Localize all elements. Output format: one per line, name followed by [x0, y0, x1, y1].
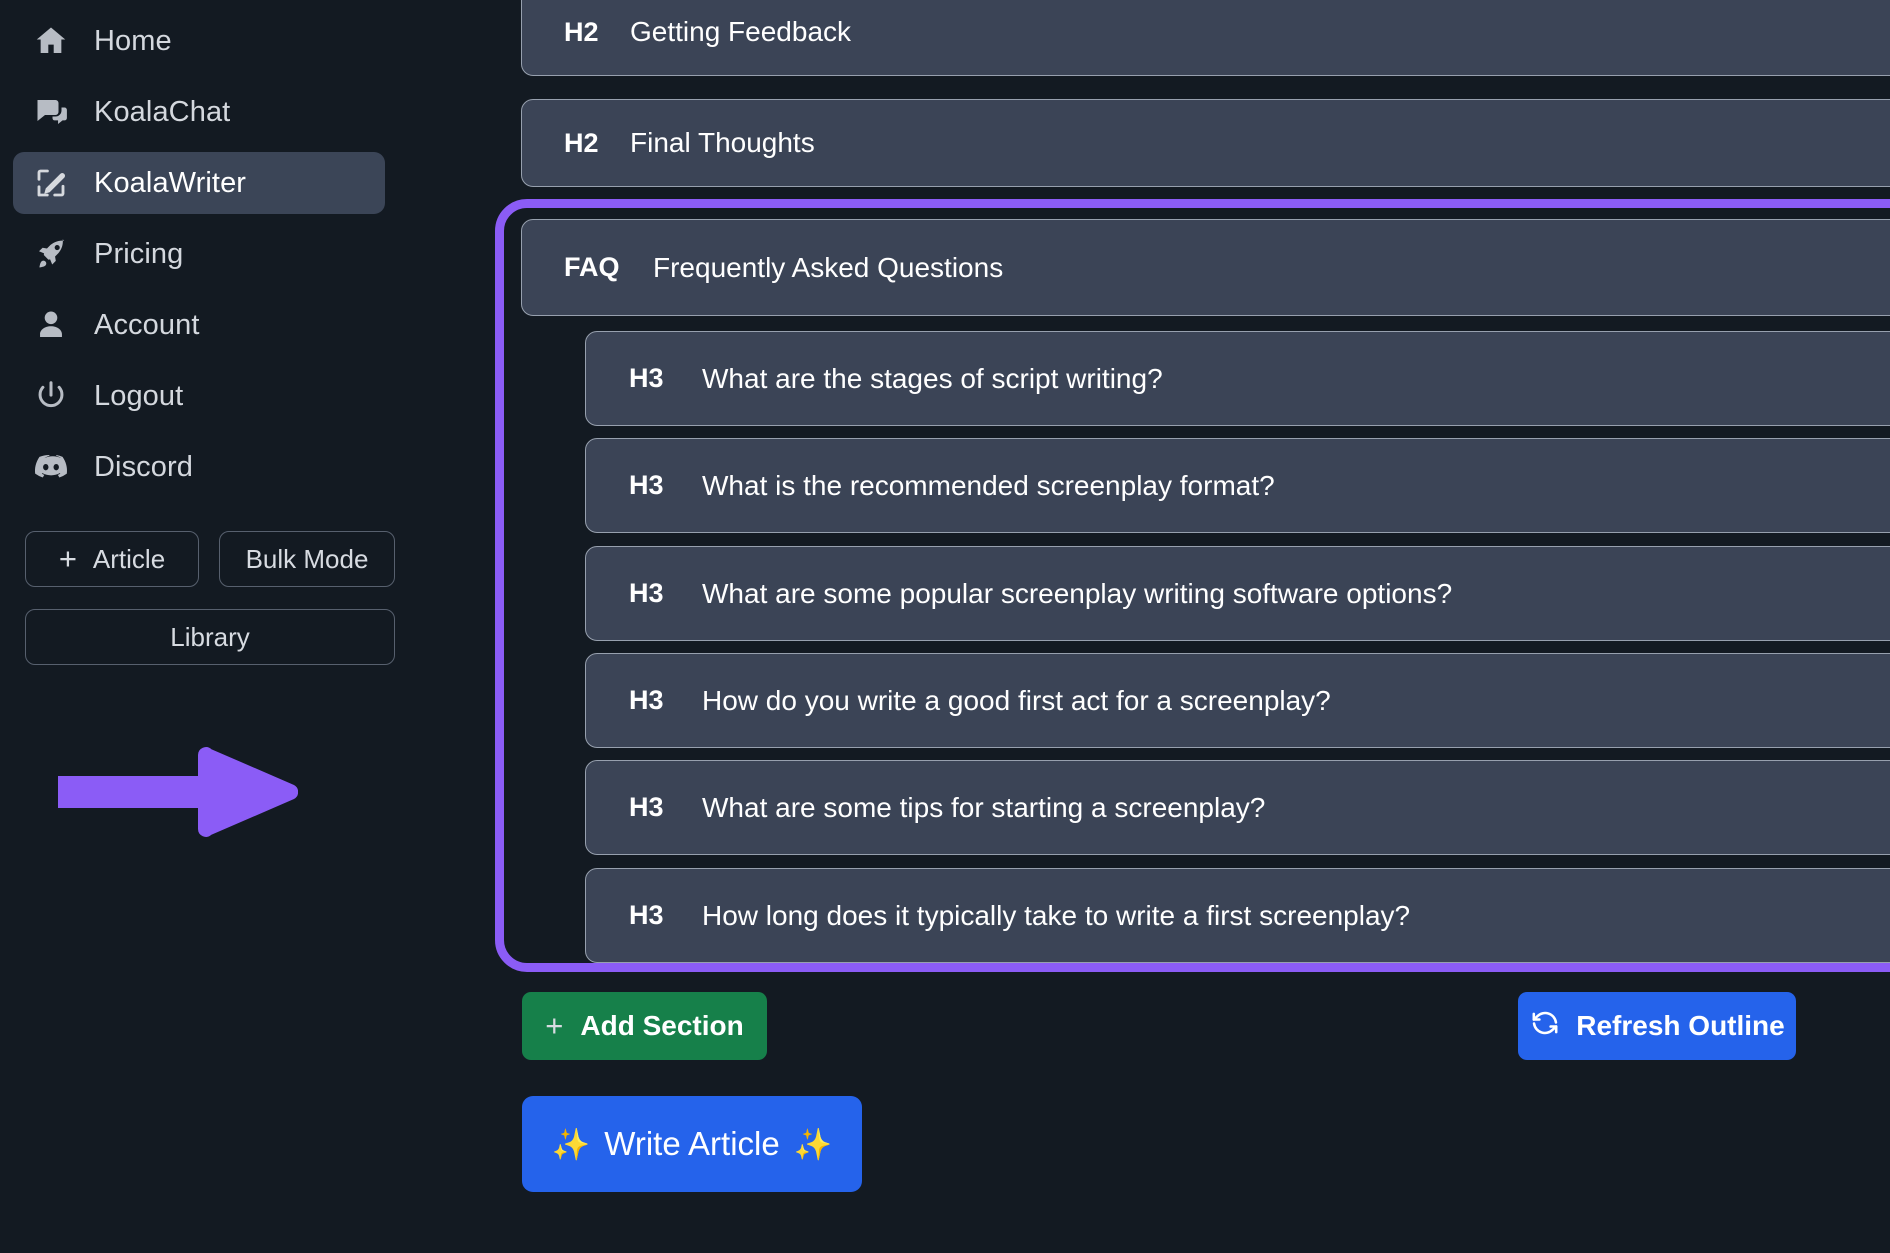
sidebar-item-pricing[interactable]: Pricing — [13, 223, 385, 285]
write-article-label: Write Article — [604, 1125, 780, 1162]
sidebar-item-label: Account — [94, 308, 200, 341]
faq-question-row[interactable]: H3 How long does it typically take to wr… — [585, 868, 1890, 963]
sidebar-item-koalawriter[interactable]: KoalaWriter — [13, 152, 385, 214]
heading-level-tag: H3 — [629, 470, 664, 500]
bulk-mode-label: Bulk Mode — [245, 543, 369, 574]
user-icon — [30, 304, 72, 346]
heading-title: What are some tips for starting a screen… — [702, 791, 1266, 823]
heading-title: Frequently Asked Questions — [653, 251, 1004, 283]
home-icon — [30, 20, 72, 62]
library-label: Library — [170, 621, 250, 652]
write-article-button[interactable]: ✨ Write Article ✨ — [522, 1096, 862, 1192]
outline-section-row[interactable]: H2 Getting Feedback — [521, 0, 1890, 76]
outline-section-row[interactable]: H2 Final Thoughts — [521, 99, 1890, 187]
faq-question-row[interactable]: H3 What are some popular screenplay writ… — [585, 546, 1890, 641]
heading-level-tag: H2 — [564, 16, 599, 47]
add-section-button[interactable]: + Add Section — [522, 992, 767, 1060]
refresh-outline-button[interactable]: Refresh Outline — [1518, 992, 1796, 1060]
sidebar-item-discord[interactable]: Discord — [13, 436, 385, 498]
power-icon — [30, 375, 72, 417]
refresh-icon — [1529, 1007, 1561, 1046]
heading-title: What are the stages of script writing? — [702, 362, 1163, 394]
heading-title: Final Thoughts — [630, 127, 815, 158]
annotation-arrow-right-icon — [42, 747, 299, 837]
faq-question-row[interactable]: H3 What are some tips for starting a scr… — [585, 760, 1890, 855]
heading-title: What are some popular screenplay writing… — [702, 577, 1453, 609]
refresh-outline-label: Refresh Outline — [1576, 1010, 1785, 1041]
outline-panel: H2 Getting Feedback H2 Final Thoughts FA… — [398, 0, 1890, 1253]
bulk-mode-button[interactable]: Bulk Mode — [219, 531, 395, 587]
heading-level-tag: H3 — [629, 363, 664, 393]
heading-level-tag: H3 — [629, 578, 664, 608]
heading-title: Getting Feedback — [630, 16, 852, 47]
heading-title: How long does it typically take to write… — [702, 899, 1411, 931]
sparkles-icon: ✨ — [551, 1126, 591, 1162]
sidebar-button-row: + Article Bulk Mode — [25, 531, 398, 587]
discord-icon — [30, 446, 72, 488]
sidebar-item-label: Discord — [94, 450, 193, 483]
sidebar-item-logout[interactable]: Logout — [13, 365, 385, 427]
sidebar-item-account[interactable]: Account — [13, 294, 385, 356]
heading-level-tag: H3 — [629, 900, 664, 930]
sidebar-item-koalachat[interactable]: KoalaChat — [13, 81, 385, 143]
app-root: Home KoalaChat KoalaWriter Pricing Accou… — [0, 0, 1890, 1253]
sidebar-item-label: KoalaWriter — [94, 166, 247, 199]
heading-title: How do you write a good first act for a … — [702, 684, 1331, 716]
sidebar-item-label: KoalaChat — [94, 95, 231, 128]
chat-icon — [30, 91, 72, 133]
faq-question-row[interactable]: H3 How do you write a good first act for… — [585, 653, 1890, 748]
sidebar-item-home[interactable]: Home — [13, 10, 385, 72]
library-button[interactable]: Library — [25, 609, 395, 665]
new-article-button[interactable]: + Article — [25, 531, 199, 587]
faq-section-row[interactable]: FAQ Frequently Asked Questions — [521, 219, 1890, 316]
faq-question-row[interactable]: H3 What is the recommended screenplay fo… — [585, 438, 1890, 533]
add-section-label: Add Section — [580, 1010, 744, 1041]
sidebar: Home KoalaChat KoalaWriter Pricing Accou… — [0, 0, 398, 1253]
faq-question-row[interactable]: H3 What are the stages of script writing… — [585, 331, 1890, 426]
sidebar-item-label: Home — [94, 24, 172, 57]
new-article-label: Article — [92, 543, 166, 574]
heading-level-tag: H2 — [564, 127, 599, 158]
pencil-square-icon — [30, 162, 72, 204]
sparkles-icon: ✨ — [793, 1126, 833, 1162]
heading-level-tag: FAQ — [564, 252, 620, 282]
heading-level-tag: H3 — [629, 685, 664, 715]
heading-title: What is the recommended screenplay forma… — [702, 469, 1275, 501]
sidebar-item-label: Logout — [94, 379, 184, 412]
sidebar-item-label: Pricing — [94, 237, 184, 270]
heading-level-tag: H3 — [629, 792, 664, 822]
rocket-icon — [30, 233, 72, 275]
